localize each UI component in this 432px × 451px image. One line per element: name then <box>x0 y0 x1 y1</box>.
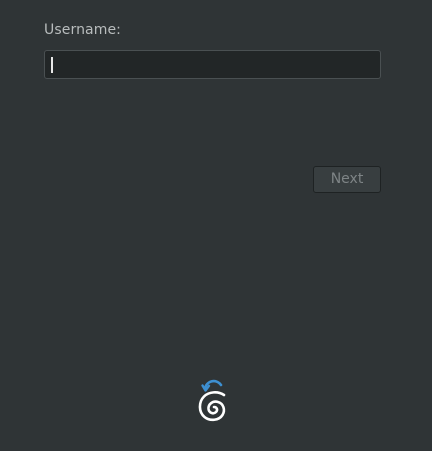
username-label: Username: <box>44 22 121 38</box>
text-cursor <box>51 57 53 73</box>
spiral-logo-icon <box>198 379 226 422</box>
login-panel: Username: Next <box>0 0 432 451</box>
username-input[interactable] <box>44 50 381 79</box>
next-button[interactable]: Next <box>313 166 381 193</box>
